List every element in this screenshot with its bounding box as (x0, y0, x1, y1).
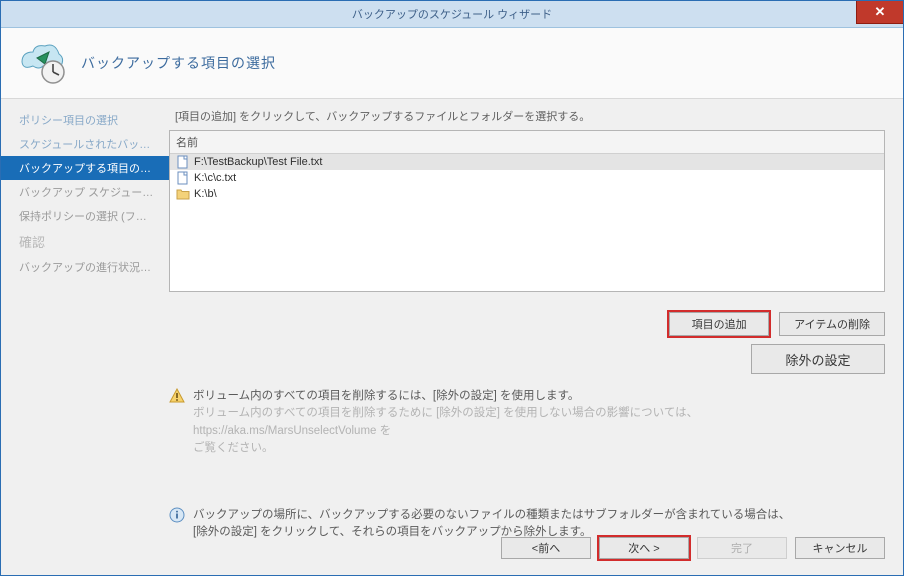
exclude-row: 除外の設定 (169, 336, 885, 374)
backup-items-list[interactable]: 名前 F:\TestBackup\Test File.txt K:\c\c.tx… (169, 130, 885, 292)
step-select-schedule[interactable]: バックアップ スケジュールの選択… (1, 180, 169, 204)
wizard-main-panel: [項目の追加] をクリックして、バックアップするファイルとフォルダーを選択する。… (169, 98, 903, 575)
back-button[interactable]: <前へ (501, 537, 591, 559)
list-item-path: K:\c\c.txt (194, 172, 236, 184)
file-icon (176, 171, 190, 185)
info-icon (169, 507, 185, 523)
step-scheduled-backup[interactable]: スケジュールされたバックアップの… (1, 132, 169, 156)
wizard-body: ポリシー項目の選択 スケジュールされたバックアップの… バックアップする項目の選… (1, 98, 903, 575)
warning-icon (169, 388, 185, 404)
warning-text: ボリューム内のすべての項目を削除するには、[除外の設定] を使用します。 ボリュ… (193, 388, 877, 457)
close-button[interactable]: ✕ (856, 1, 903, 24)
list-header-name: 名前 (170, 131, 884, 154)
instruction-text: [項目の追加] をクリックして、バックアップするファイルとフォルダーを選択する。 (175, 108, 885, 124)
list-item-path: F:\TestBackup\Test File.txt (194, 156, 322, 168)
warning-note: ボリューム内のすべての項目を削除するには、[除外の設定] を使用します。 ボリュ… (169, 388, 885, 457)
step-confirm[interactable]: 確認 (1, 228, 169, 255)
remove-items-button[interactable]: アイテムの削除 (779, 312, 885, 336)
wizard-header: バックアップする項目の選択 (1, 28, 903, 99)
title-bar: バックアップのスケジュール ウィザード ✕ (1, 1, 903, 28)
exclusion-settings-button[interactable]: 除外の設定 (751, 344, 885, 374)
step-policy-items[interactable]: ポリシー項目の選択 (1, 108, 169, 132)
wizard-nav-bar: <前へ 次へ > 完了 キャンセル (501, 537, 885, 559)
step-select-items[interactable]: バックアップする項目の選択 (1, 156, 169, 180)
list-item[interactable]: F:\TestBackup\Test File.txt (170, 154, 884, 170)
file-icon (176, 155, 190, 169)
close-icon: ✕ (875, 4, 886, 20)
window-title: バックアップのスケジュール ウィザード (352, 6, 552, 22)
wizard-steps-sidebar: ポリシー項目の選択 スケジュールされたバックアップの… バックアップする項目の選… (1, 98, 169, 575)
finish-button: 完了 (697, 537, 787, 559)
step-retention-policy[interactable]: 保持ポリシーの選択 (フ… (1, 204, 169, 228)
cancel-button[interactable]: キャンセル (795, 537, 885, 559)
folder-icon (176, 187, 190, 201)
list-item[interactable]: K:\c\c.txt (170, 170, 884, 186)
item-buttons-row: 項目の追加 アイテムの削除 (169, 292, 885, 336)
wizard-window: バックアップのスケジュール ウィザード ✕ バックアップする項目の選択 ポリシー… (0, 0, 904, 576)
wizard-heading: バックアップする項目の選択 (81, 53, 276, 73)
next-button[interactable]: 次へ > (599, 537, 689, 559)
list-item-path: K:\b\ (194, 188, 217, 200)
list-item[interactable]: K:\b\ (170, 186, 884, 202)
backup-schedule-icon (19, 40, 65, 86)
step-progress-change[interactable]: バックアップの進行状況の変更 (1, 255, 169, 279)
add-items-button[interactable]: 項目の追加 (669, 312, 769, 336)
